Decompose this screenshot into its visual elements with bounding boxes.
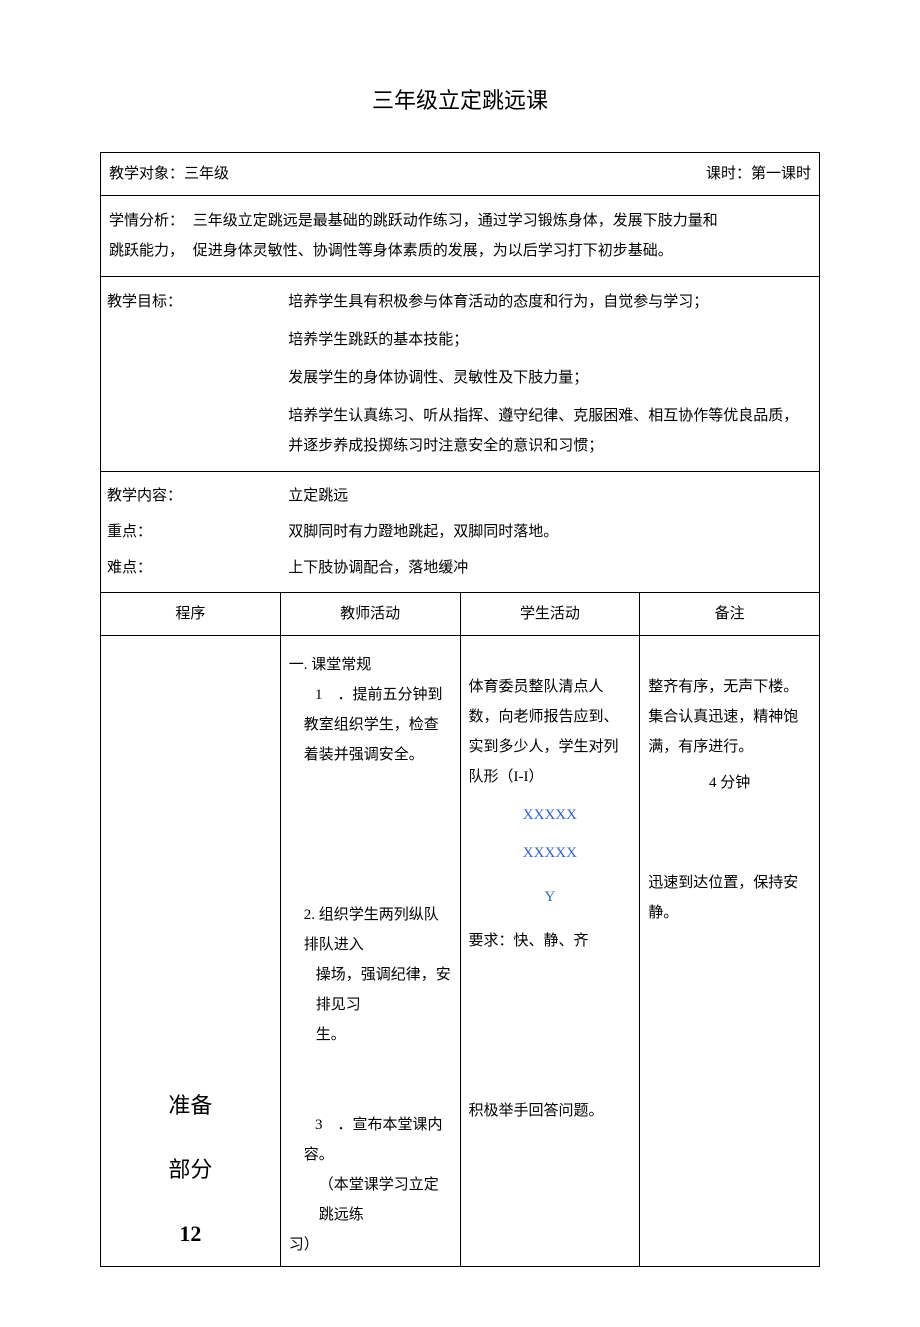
- content-text: 立定跳远: [288, 478, 811, 514]
- note-3: 4 分钟: [648, 768, 811, 798]
- meta-row: 教学对象：三年级 课时：第一课时: [101, 152, 820, 195]
- teacher-item3-num: 3: [304, 1110, 334, 1140]
- teacher-item1-num: 1: [304, 680, 334, 710]
- phase-cell: 准备 部分 12: [101, 635, 281, 1266]
- header-note: 备注: [640, 592, 820, 635]
- teacher-item3-note: （本堂课学习立定跳远练: [289, 1170, 452, 1230]
- analysis-line1: 三年级立定跳远是最基础的跳跃动作练习，通过学习锻炼身体，发展下肢力量和: [193, 213, 718, 229]
- formation-row1: XXXXX: [469, 800, 632, 830]
- phase-line1: 准备: [109, 1084, 272, 1128]
- header-teacher: 教师活动: [280, 592, 460, 635]
- analysis-label1: 学情分析：: [109, 206, 189, 236]
- student-req: 要求：快、静、齐: [469, 926, 632, 956]
- formation-row2: XXXXX: [469, 838, 632, 868]
- teacher-sec-title: 一. 课堂常规: [289, 650, 452, 680]
- goals-body: 培养学生具有积极参与体育活动的态度和行为，自觉参与学习； 培养学生跳跃的基本技能…: [280, 276, 819, 471]
- analysis-row: 学情分析： 三年级立定跳远是最基础的跳跃动作练习，通过学习锻炼身体，发展下肢力量…: [101, 195, 820, 276]
- analysis-line2: 促进身体灵敏性、协调性等身体素质的发展，为以后学习打下初步基础。: [193, 243, 673, 259]
- phase-num: 12: [109, 1212, 272, 1256]
- goals-label: 教学目标：: [101, 276, 281, 471]
- difficult-text: 上下肢协调配合，落地缓冲: [288, 550, 811, 586]
- goal-3: 发展学生的身体协调性、灵敏性及下肢力量；: [288, 363, 811, 393]
- subject-label: 教学对象：三年级: [109, 166, 229, 182]
- note-4: 迅速到达位置，保持安静。: [648, 868, 811, 928]
- note-cell: 整齐有序，无声下楼。 集合认真迅速，精神饱满，有序进行。 4 分钟 迅速到达位置…: [640, 635, 820, 1266]
- formation-row3: Y: [469, 882, 632, 912]
- goal-4: 培养学生认真练习、听从指挥、遵守纪律、克服困难、相互协作等优良品质，并逐步养成投…: [288, 401, 811, 461]
- teacher-item3-note2: 习）: [289, 1230, 452, 1260]
- note-1: 整齐有序，无声下楼。: [648, 672, 811, 702]
- lesson-label: 课时：第一课时: [706, 159, 811, 189]
- teacher-item2c: 生。: [289, 1020, 452, 1050]
- goal-1: 培养学生具有积极参与体育活动的态度和行为，自觉参与学习；: [288, 287, 811, 317]
- student-p1: 体育委员整队清点人数，向老师报告应到、实到多少人，学生对列队形（I-I）: [469, 672, 632, 792]
- content-label: 教学内容：: [107, 478, 272, 514]
- header-phase: 程序: [101, 592, 281, 635]
- focus-label: 重点：: [107, 514, 272, 550]
- student-cell: 体育委员整队清点人数，向老师报告应到、实到多少人，学生对列队形（I-I） XXX…: [460, 635, 640, 1266]
- goal-2: 培养学生跳跃的基本技能；: [288, 325, 811, 355]
- student-p2: 积极举手回答问题。: [469, 1096, 632, 1126]
- content-labels: 教学内容： 重点： 难点：: [101, 471, 281, 592]
- teacher-item2: 2. 组织学生两列纵队排队进入: [289, 900, 452, 960]
- lesson-plan-table: 教学对象：三年级 课时：第一课时 学情分析： 三年级立定跳远是最基础的跳跃动作练…: [100, 152, 820, 1267]
- note-2: 集合认真迅速，精神饱满，有序进行。: [648, 702, 811, 762]
- focus-text: 双脚同时有力蹬地跳起，双脚同时落地。: [288, 514, 811, 550]
- analysis-label2: 跳跃能力，: [109, 236, 189, 266]
- phase-line2: 部分: [109, 1148, 272, 1192]
- page-title: 三年级立定跳远课: [100, 80, 820, 122]
- teacher-cell: 一. 课堂常规 1 ．提前五分钟到教室组织学生，检查着装并强调安全。 2. 组织…: [280, 635, 460, 1266]
- content-body: 立定跳远 双脚同时有力蹬地跳起，双脚同时落地。 上下肢协调配合，落地缓冲: [280, 471, 819, 592]
- header-student: 学生活动: [460, 592, 640, 635]
- teacher-item2b: 操场，强调纪律，安排见习: [289, 960, 452, 1020]
- difficult-label: 难点：: [107, 550, 272, 586]
